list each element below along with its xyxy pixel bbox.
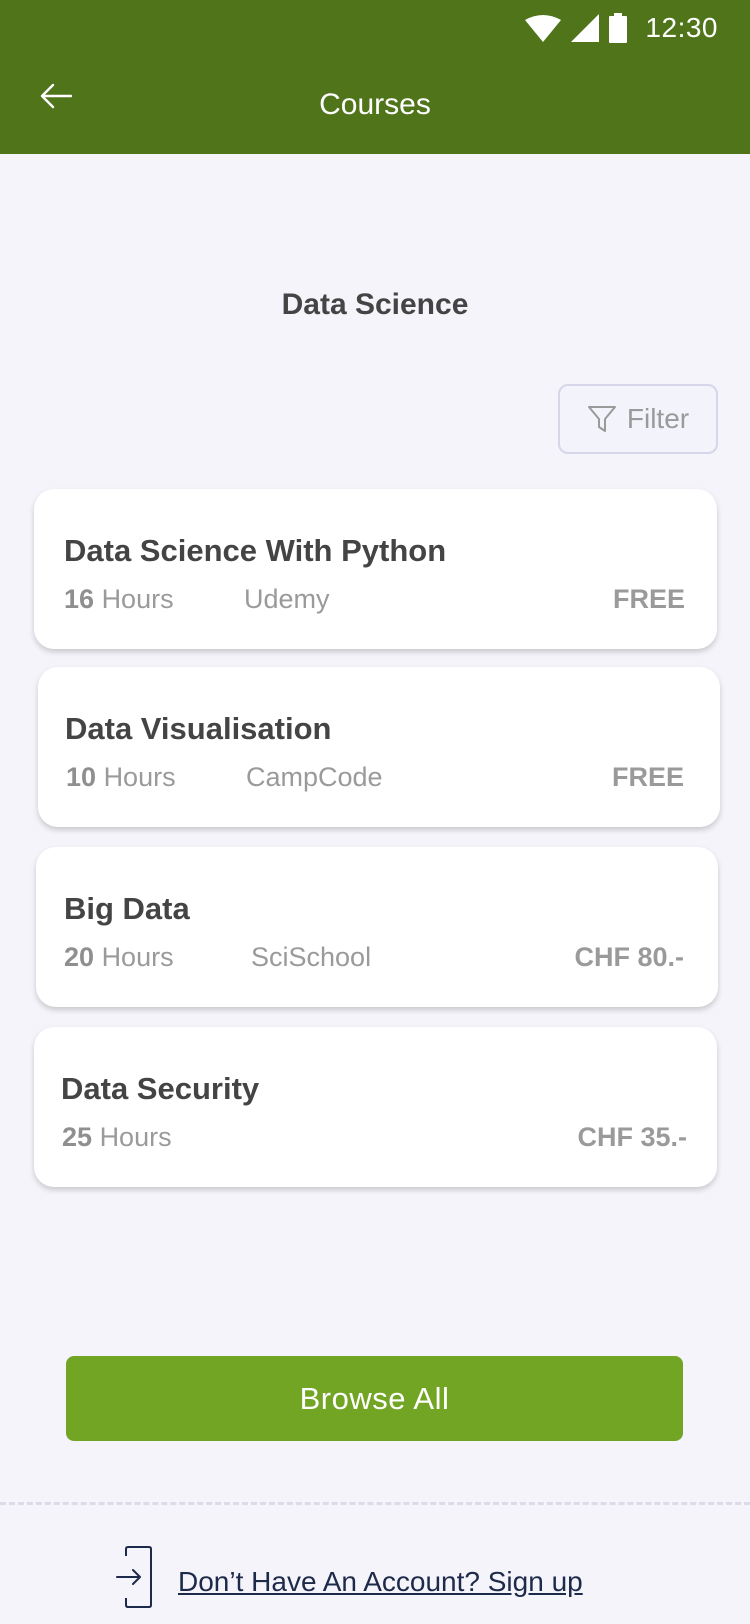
course-name: Data Visualisation [65,711,332,746]
course-hours-unit: Hours [101,942,174,972]
section-title: Data Science [281,288,469,321]
course-hours-value: 16 [64,584,95,614]
cell-signal-icon [571,14,600,42]
course-provider: Udemy [244,584,330,614]
course-price: FREE [611,762,684,792]
course-name: Data Security [61,1071,260,1106]
course-card[interactable]: Data Security 25 Hours CHF 35.- [34,1027,717,1187]
wifi-icon [525,15,562,42]
filter-button[interactable]: Filter [558,384,718,454]
course-price: FREE [612,584,685,614]
course-provider: SciSchool [251,942,372,972]
app-bar: 12:30 Courses [0,0,750,154]
signup-link[interactable]: Don’t Have An Account? Sign up [178,1566,583,1598]
course-card[interactable]: Big Data 20 Hours SciSchool CHF 80.- [36,847,718,1007]
course-name: Data Science With Python [64,533,447,568]
divider [0,1502,750,1505]
status-time: 12:30 [645,12,718,43]
battery-icon [609,13,628,43]
course-provider: CampCode [246,762,383,792]
status-bar: 12:30 [525,10,718,46]
browse-all-button[interactable]: Browse All [66,1356,683,1441]
filter-icon [587,406,616,432]
course-hours: 16 Hours [64,584,174,615]
course-hours-unit: Hours [101,584,174,614]
course-hours-unit: Hours [103,762,176,792]
course-card[interactable]: Data Science With Python 16 Hours Udemy … [34,489,717,649]
course-hours-value: 25 [62,1122,93,1152]
course-price: CHF 35.- [577,1122,687,1152]
course-name: Big Data [64,891,190,926]
course-hours: 10 Hours [66,762,176,793]
course-hours: 20 Hours [64,942,174,973]
course-hours-unit: Hours [99,1122,172,1152]
course-hours: 25 Hours [62,1122,172,1153]
course-price: CHF 80.- [574,942,684,972]
filter-label: Filter [626,403,690,434]
course-hours-value: 10 [66,762,97,792]
course-hours-value: 20 [64,942,95,972]
course-card[interactable]: Data Visualisation 10 Hours CampCode FRE… [38,667,720,827]
sign-in-icon [116,1546,152,1608]
page-title: Courses [319,88,431,121]
